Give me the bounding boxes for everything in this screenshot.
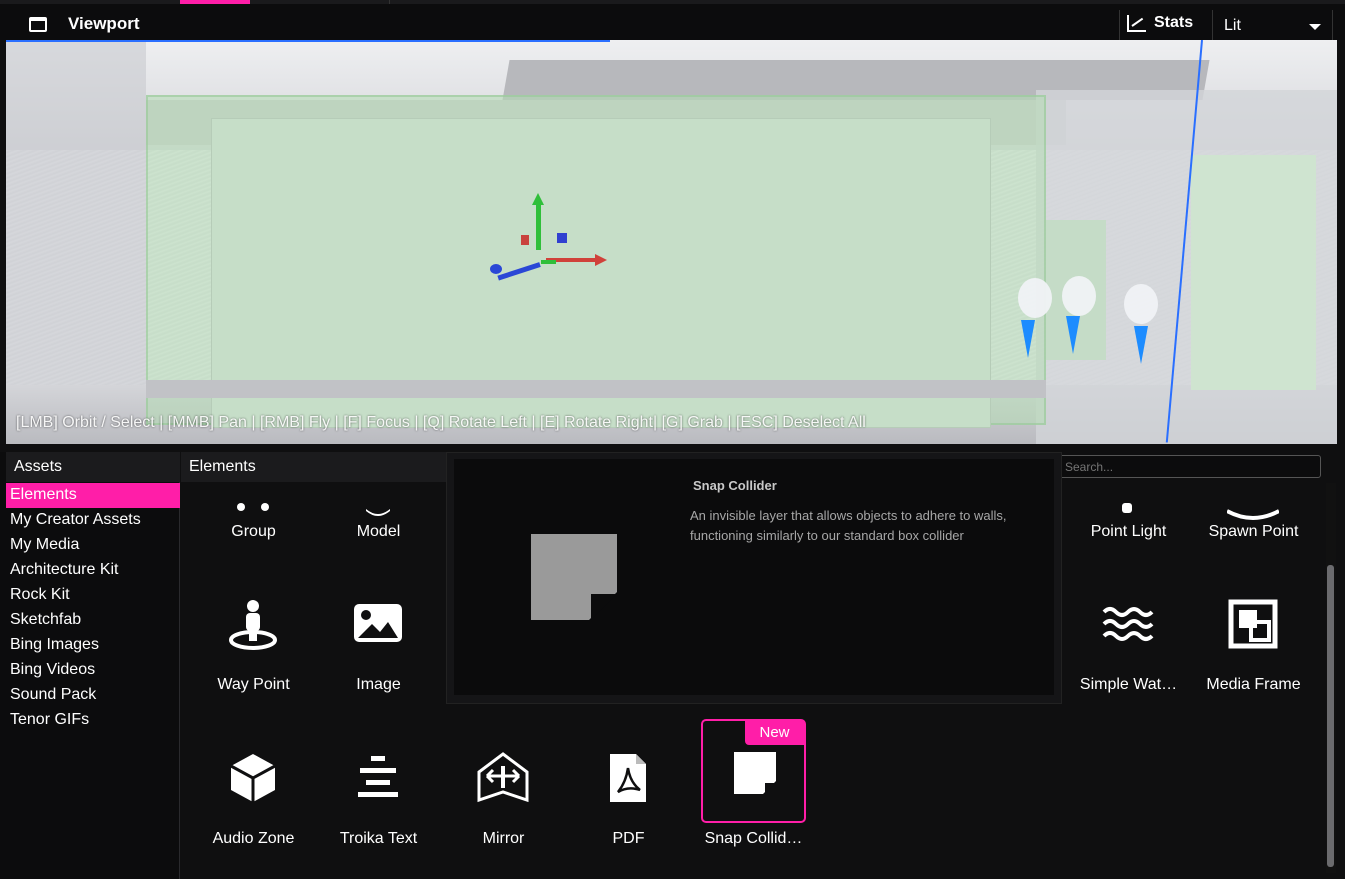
spawn-cone [1066, 316, 1080, 354]
spawn-cone [1021, 320, 1035, 358]
viewport-title: Viewport [68, 14, 140, 33]
asset-category-architecture-kit[interactable]: Architecture Kit [6, 558, 180, 583]
element-tile-audio-zone[interactable]: Audio Zone [201, 724, 306, 874]
way-point-icon [229, 600, 277, 650]
toolbar-divider [1119, 10, 1120, 40]
asset-category-elements[interactable]: Elements [6, 483, 180, 508]
element-label: Point Light [1090, 523, 1167, 540]
viewport-help-text: [LMB] Orbit / Select | [MMB] Pan | [RMB]… [16, 414, 866, 431]
element-label: Spawn Point [1208, 523, 1299, 540]
asset-category-bing-videos[interactable]: Bing Videos [6, 658, 180, 683]
stats-button[interactable]: Stats [1127, 14, 1193, 32]
chart-icon [1127, 14, 1146, 32]
viewport-toolbar: Viewport Stats Lit [0, 4, 1345, 40]
element-tile-media-frame[interactable]: Media Frame [1201, 570, 1306, 720]
gizmo-y-arrow[interactable] [532, 193, 544, 205]
gizmo-y-axis[interactable] [536, 200, 541, 250]
element-label: Mirror [482, 830, 525, 847]
scene-floor-edge [146, 380, 1046, 398]
element-tile-troika-text[interactable]: Troika Text [326, 724, 431, 874]
assets-header: Assets [6, 452, 180, 482]
asset-category-rock-kit[interactable]: Rock Kit [6, 583, 180, 608]
scrollbar-thumb[interactable] [1327, 565, 1334, 867]
element-tile-way-point[interactable]: Way Point [201, 570, 306, 720]
asset-category-sound-pack[interactable]: Sound Pack [6, 683, 180, 708]
element-label: Image [356, 676, 401, 693]
element-label: Troika Text [339, 830, 418, 847]
gizmo-plane-handle[interactable] [541, 260, 556, 264]
tooltip-description: An invisible layer that allows objects t… [690, 508, 1007, 543]
element-tile-pdf[interactable]: PDF [576, 724, 681, 874]
element-label: Simple Wat… [1079, 676, 1178, 693]
image-icon [354, 604, 402, 642]
gizmo-plane-handle[interactable] [521, 235, 529, 245]
spawn-cone [1134, 326, 1148, 364]
element-label: Model [356, 523, 401, 540]
element-label: Way Point [217, 676, 290, 693]
selection-outline [6, 40, 610, 42]
element-tile-image[interactable]: Image [326, 570, 431, 720]
light-gizmo[interactable] [1062, 276, 1096, 316]
gizmo-x-arrow[interactable] [595, 254, 607, 266]
mirror-icon [477, 752, 529, 803]
snap-collider-preview-icon [531, 534, 617, 620]
asset-category-my-media[interactable]: My Media [6, 533, 180, 558]
element-tile-snap-collider-label: Snap Collid… [701, 724, 806, 874]
toolbar-divider [1212, 10, 1213, 40]
media-frame-icon [1228, 599, 1278, 649]
element-label: Media Frame [1206, 676, 1301, 693]
scene-wall [6, 40, 146, 444]
toolbar-divider [1332, 10, 1333, 40]
element-label: Snap Collid… [704, 830, 803, 847]
pdf-icon [610, 754, 646, 802]
light-gizmo[interactable] [1124, 284, 1158, 324]
element-tile-simple-water[interactable]: Simple Wat… [1076, 570, 1181, 720]
water-icon [1102, 607, 1154, 641]
audio-zone-icon [230, 754, 276, 802]
scene-window [1191, 155, 1316, 390]
asset-category-tenor-gifs[interactable]: Tenor GIFs [6, 708, 180, 733]
gizmo-plane-handle[interactable] [557, 233, 567, 243]
element-label: Group [231, 523, 276, 540]
light-gizmo[interactable] [1018, 278, 1052, 318]
asset-category-bing-images[interactable]: Bing Images [6, 633, 180, 658]
render-mode-select[interactable]: Lit [1224, 17, 1241, 35]
gizmo-z-arrow[interactable] [490, 264, 502, 274]
assets-category-list: Elements My Creator Assets My Media Arch… [6, 483, 180, 733]
asset-category-sketchfab[interactable]: Sketchfab [6, 608, 180, 633]
window-icon [29, 17, 47, 32]
stats-label: Stats [1154, 14, 1194, 31]
element-label: Audio Zone [212, 830, 295, 847]
tooltip-title: Snap Collider [693, 478, 777, 493]
chevron-down-icon[interactable] [1309, 24, 1321, 30]
element-tile-mirror[interactable]: Mirror [451, 724, 556, 874]
element-label: PDF [612, 830, 645, 847]
text-icon [358, 756, 398, 797]
3d-viewport[interactable]: [LMB] Orbit / Select | [MMB] Pan | [RMB]… [6, 40, 1337, 444]
asset-category-my-creator-assets[interactable]: My Creator Assets [6, 508, 180, 533]
